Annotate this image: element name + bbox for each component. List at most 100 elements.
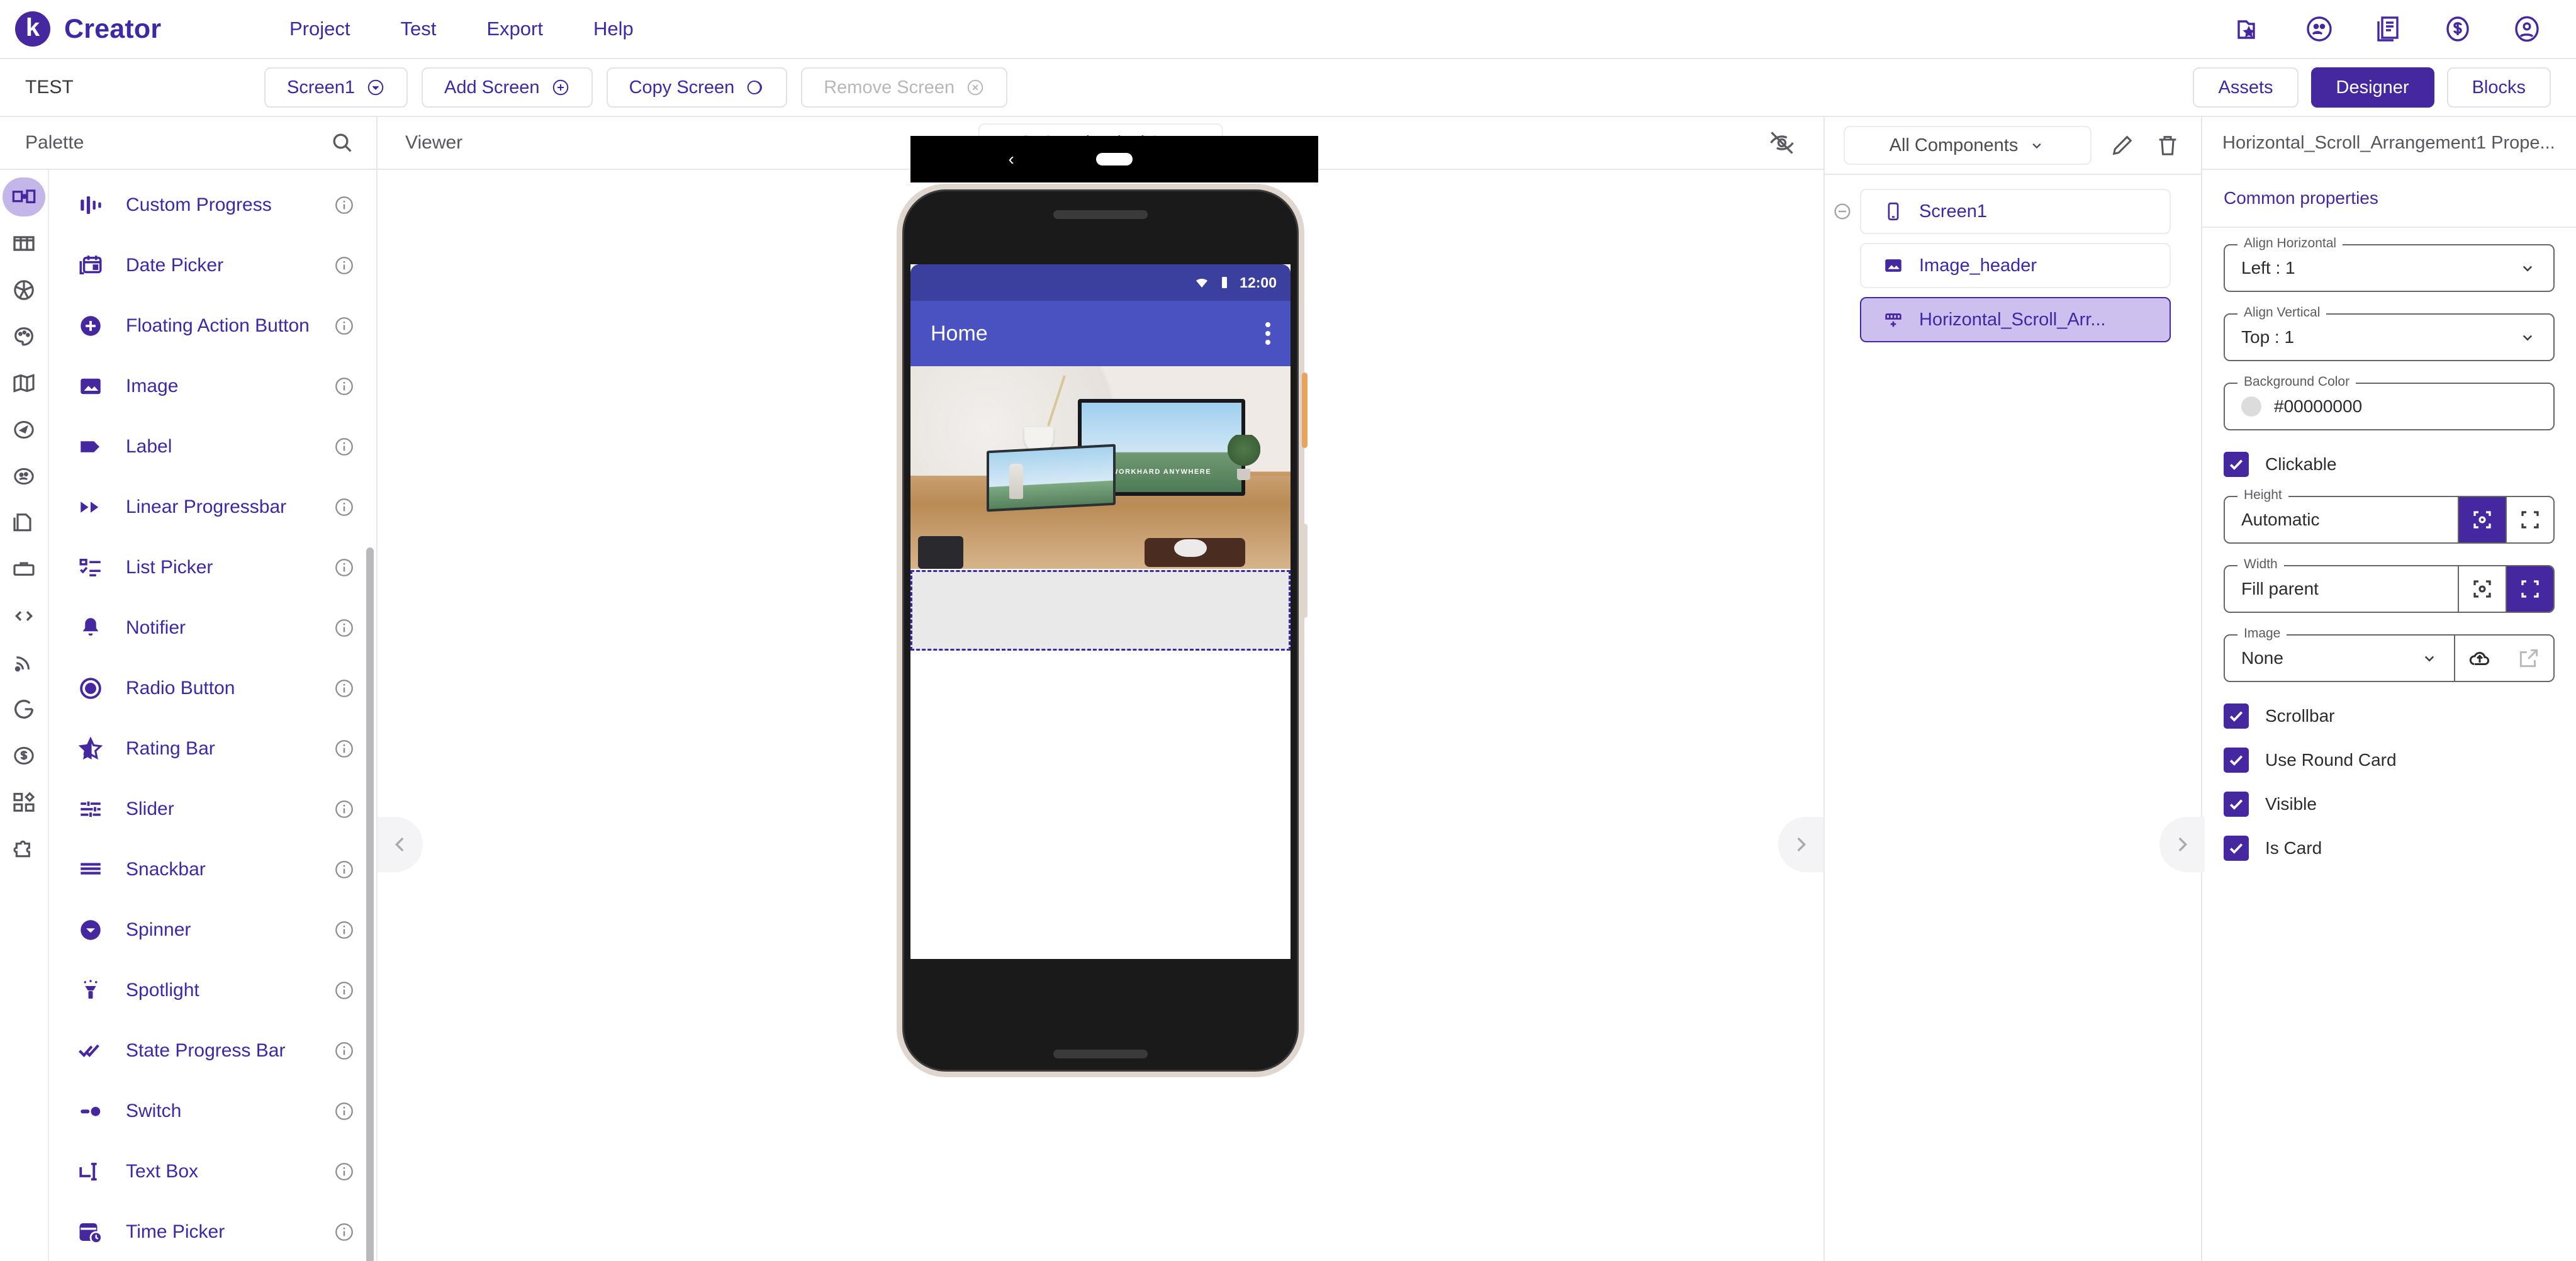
collapse-node-icon[interactable] (1825, 201, 1860, 221)
monetize-icon[interactable] (2441, 13, 2474, 45)
palette-item-custom-progress[interactable]: Custom Progress (49, 175, 376, 235)
image-header-component[interactable]: WORKHARD ANYWHERE (910, 366, 1291, 569)
info-icon[interactable] (333, 617, 355, 639)
category-user-interface[interactable] (3, 177, 45, 216)
align-horizontal-select[interactable]: Left : 1 (2224, 244, 2555, 292)
nav-home-icon[interactable] (1096, 153, 1133, 165)
screen-empty-area[interactable] (910, 651, 1291, 915)
width-input[interactable]: Fill parent (2224, 565, 2555, 613)
info-icon[interactable] (333, 1101, 355, 1122)
delete-component-button[interactable] (2153, 131, 2182, 160)
category-media[interactable] (3, 271, 45, 310)
height-fill-parent-button[interactable] (2506, 497, 2553, 542)
visible-checkbox[interactable] (2224, 792, 2249, 817)
properties-section-header[interactable]: Common properties (2202, 170, 2576, 228)
palette-item-date-picker[interactable]: Date Picker (49, 235, 376, 296)
community-icon[interactable] (2303, 13, 2336, 45)
docs-icon[interactable] (2372, 13, 2405, 45)
tree-node-horizontal-scroll-arrangement[interactable]: Horizontal_Scroll_Arr... (1860, 297, 2171, 342)
account-icon[interactable] (2511, 13, 2543, 45)
screen-selector-button[interactable]: Screen1 (264, 67, 408, 108)
menu-export[interactable]: Export (461, 11, 568, 47)
category-extension[interactable] (3, 829, 45, 868)
info-icon[interactable] (333, 315, 355, 337)
image-select[interactable]: None (2224, 634, 2555, 682)
menu-help[interactable]: Help (568, 11, 659, 47)
is-card-checkbox[interactable] (2224, 836, 2249, 861)
category-utilities[interactable] (3, 550, 45, 589)
category-drawing-animation[interactable] (3, 317, 45, 356)
folder-star-icon[interactable] (2234, 13, 2266, 45)
components-filter-select[interactable]: All Components (1844, 126, 2092, 165)
tree-node-image-header[interactable]: Image_header (1860, 243, 2171, 288)
overflow-menu-icon[interactable] (1265, 322, 1270, 345)
category-monetization[interactable] (3, 736, 45, 775)
clickable-checkbox-row[interactable]: Clickable (2224, 452, 2555, 477)
cloud-upload-icon[interactable] (2455, 636, 2504, 681)
background-color-input[interactable]: #00000000 (2224, 383, 2555, 430)
palette-item-floating-action-button[interactable]: Floating Action Button (49, 296, 376, 356)
category-layout[interactable] (3, 224, 45, 263)
palette-item-image[interactable]: Image (49, 356, 376, 417)
height-input[interactable]: Automatic (2224, 496, 2555, 544)
palette-item-label[interactable]: Label (49, 417, 376, 477)
visible-checkbox-row[interactable]: Visible (2224, 792, 2555, 817)
palette-item-time-picker[interactable]: Time Picker (49, 1202, 376, 1261)
palette-item-list-picker[interactable]: List Picker (49, 537, 376, 598)
color-swatch[interactable] (2241, 396, 2261, 417)
brand[interactable]: k Creator (0, 11, 264, 47)
category-google[interactable] (3, 690, 45, 729)
copy-screen-button[interactable]: Copy Screen (606, 67, 788, 108)
menu-project[interactable]: Project (264, 11, 375, 47)
info-icon[interactable] (333, 436, 355, 457)
info-icon[interactable] (333, 980, 355, 1001)
palette-item-slider[interactable]: Slider (49, 779, 376, 839)
info-icon[interactable] (333, 738, 355, 759)
palette-item-spotlight[interactable]: Spotlight (49, 960, 376, 1021)
clickable-checkbox[interactable] (2224, 452, 2249, 477)
info-icon[interactable] (333, 1040, 355, 1062)
tab-designer[interactable]: Designer (2310, 67, 2434, 108)
palette-item-text-box[interactable]: Text Box (49, 1141, 376, 1202)
palette-item-radio-button[interactable]: Radio Button (49, 658, 376, 719)
category-storage[interactable] (3, 503, 45, 542)
palette-item-snackbar[interactable]: Snackbar (49, 839, 376, 900)
nav-back-icon[interactable]: ‹ (1009, 150, 1014, 168)
tab-assets[interactable]: Assets (2193, 67, 2299, 108)
rename-component-button[interactable] (2108, 131, 2137, 160)
category-experimental[interactable] (3, 597, 45, 636)
add-screen-button[interactable]: Add Screen (422, 67, 593, 108)
palette-item-switch[interactable]: Switch (49, 1081, 376, 1141)
tree-node-screen1[interactable]: Screen1 (1860, 189, 2171, 234)
category-connectivity[interactable] (3, 643, 45, 682)
use-round-card-checkbox[interactable] (2224, 748, 2249, 773)
scrollbar-checkbox-row[interactable]: Scrollbar (2224, 703, 2555, 729)
palette-item-rating-bar[interactable]: Rating Bar (49, 719, 376, 779)
palette-scrollbar[interactable] (366, 547, 374, 1261)
category-sensors[interactable] (3, 410, 45, 449)
palette-item-state-progress-bar[interactable]: State Progress Bar (49, 1021, 376, 1081)
info-icon[interactable] (333, 859, 355, 880)
info-icon[interactable] (333, 557, 355, 578)
category-dynamic-components[interactable] (3, 783, 45, 822)
palette-item-notifier[interactable]: Notifier (49, 598, 376, 658)
category-maps[interactable] (3, 364, 45, 403)
menu-test[interactable]: Test (375, 11, 461, 47)
open-external-icon[interactable] (2504, 636, 2553, 681)
use-round-card-checkbox-row[interactable]: Use Round Card (2224, 748, 2555, 773)
info-icon[interactable] (333, 1221, 355, 1243)
info-icon[interactable] (333, 919, 355, 941)
width-automatic-button[interactable] (2458, 566, 2506, 612)
width-fill-parent-button[interactable] (2506, 566, 2553, 612)
is-card-checkbox-row[interactable]: Is Card (2224, 836, 2555, 861)
info-icon[interactable] (333, 678, 355, 699)
info-icon[interactable] (333, 376, 355, 397)
align-vertical-select[interactable]: Top : 1 (2224, 313, 2555, 361)
palette-item-linear-progressbar[interactable]: Linear Progressbar (49, 477, 376, 537)
info-icon[interactable] (333, 255, 355, 276)
height-automatic-button[interactable] (2458, 497, 2506, 542)
tab-blocks[interactable]: Blocks (2446, 67, 2551, 108)
horizontal-scroll-arrangement-selection[interactable] (910, 570, 1291, 651)
remove-screen-button[interactable]: Remove Screen (801, 67, 1008, 108)
info-icon[interactable] (333, 799, 355, 820)
